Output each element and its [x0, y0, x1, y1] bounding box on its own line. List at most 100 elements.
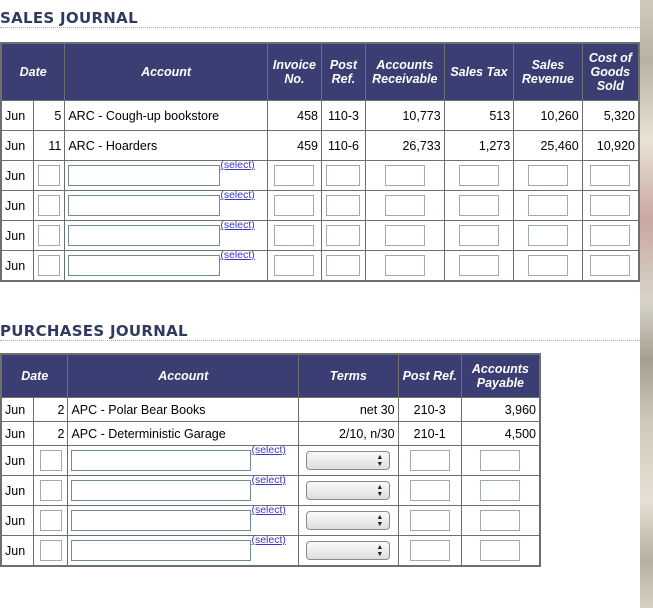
account-input[interactable]: [68, 165, 221, 186]
ap-input[interactable]: [480, 540, 521, 561]
ar-input[interactable]: [384, 165, 425, 186]
post-ref-input[interactable]: [326, 255, 361, 276]
day-input[interactable]: [38, 225, 60, 246]
cogs-input[interactable]: [590, 225, 631, 246]
month-cell: Jun: [2, 422, 33, 445]
day-input[interactable]: [39, 450, 62, 471]
background-side-strip: [640, 0, 653, 608]
ap-cell: 3,960: [461, 398, 539, 421]
select-account-link[interactable]: (select): [220, 219, 254, 231]
day-input[interactable]: [38, 255, 60, 276]
post-ref-input[interactable]: [326, 165, 361, 186]
terms-dropdown[interactable]: ▲ ▼: [306, 481, 391, 500]
chevron-updown-icon: ▲ ▼: [376, 514, 384, 528]
account-cell: (select): [68, 504, 299, 535]
sales-journal-table: Date Account Invoice No. Post Ref. Accou…: [0, 42, 640, 282]
ar-input[interactable]: [384, 225, 425, 246]
ar-cell: [365, 251, 444, 280]
select-account-link[interactable]: (select): [251, 534, 285, 546]
table-row: Jun 2 APC - Deterministic Garage 2/10, n…: [2, 422, 539, 445]
ar-input[interactable]: [384, 255, 425, 276]
select-account-link[interactable]: (select): [220, 189, 254, 201]
table-row-input: Jun (select) ▲ ▼: [2, 504, 539, 535]
select-account-link[interactable]: (select): [251, 474, 285, 486]
account-input[interactable]: [71, 450, 252, 471]
day-cell: [33, 476, 68, 505]
select-account-link[interactable]: (select): [251, 504, 285, 516]
account-input[interactable]: [68, 195, 221, 216]
account-cell: (select): [68, 444, 299, 475]
purchases-journal-title: PURCHASES JOURNAL: [0, 322, 188, 340]
day-input[interactable]: [38, 165, 60, 186]
post-ref-cell: 210-3: [398, 398, 461, 421]
terms-dropdown[interactable]: ▲ ▼: [306, 511, 391, 530]
day-input[interactable]: [39, 540, 62, 561]
ap-input[interactable]: [480, 510, 521, 531]
select-account-link[interactable]: (select): [251, 444, 285, 456]
ar-cell: [365, 161, 444, 190]
chevron-updown-icon: ▲ ▼: [376, 544, 384, 558]
chevron-updown-icon: ▲ ▼: [376, 454, 384, 468]
account-cell: APC - Polar Bear Books: [68, 398, 299, 421]
terms-dropdown[interactable]: ▲ ▼: [306, 451, 391, 470]
day-input[interactable]: [39, 480, 62, 501]
post-ref-input[interactable]: [409, 480, 450, 501]
table-row-input: Jun (select) ▲ ▼: [2, 444, 539, 475]
revenue-input[interactable]: [527, 225, 568, 246]
tax-cell: 513: [444, 101, 514, 130]
month-cell: Jun: [2, 131, 33, 160]
account-cell: (select): [68, 534, 299, 565]
cogs-input[interactable]: [590, 165, 631, 186]
invoice-input[interactable]: [274, 225, 315, 246]
revenue-cell: 25,460: [514, 131, 582, 160]
day-input[interactable]: [39, 510, 62, 531]
invoice-input[interactable]: [274, 195, 315, 216]
select-account-link[interactable]: (select): [220, 159, 254, 171]
month-cell: Jun: [2, 536, 33, 565]
ar-cell: 26,733: [365, 131, 444, 160]
header-accounts-payable: Accounts Payable: [461, 355, 539, 397]
revenue-input[interactable]: [527, 195, 568, 216]
chevron-updown-icon: ▲ ▼: [376, 484, 384, 498]
revenue-cell: [514, 191, 582, 220]
tax-input[interactable]: [458, 225, 499, 246]
account-cell: ARC - Hoarders: [65, 131, 267, 160]
revenue-cell: [514, 251, 582, 280]
header-invoice-no: Invoice No.: [267, 44, 321, 100]
terms-dropdown[interactable]: ▲ ▼: [306, 541, 391, 560]
revenue-input[interactable]: [527, 165, 568, 186]
ap-input[interactable]: [480, 480, 521, 501]
invoice-input[interactable]: [274, 165, 315, 186]
day-cell: [33, 536, 68, 565]
invoice-cell: 458: [267, 101, 321, 130]
tax-input[interactable]: [458, 195, 499, 216]
account-cell: (select): [68, 474, 299, 505]
month-cell: Jun: [2, 476, 33, 505]
tax-input[interactable]: [458, 165, 499, 186]
terms-cell: ▲ ▼: [299, 476, 398, 505]
account-input[interactable]: [68, 255, 221, 276]
tax-input[interactable]: [458, 255, 499, 276]
account-input[interactable]: [71, 540, 252, 561]
account-input[interactable]: [68, 225, 221, 246]
post-ref-input[interactable]: [409, 540, 450, 561]
ar-input[interactable]: [384, 195, 425, 216]
post-ref-input[interactable]: [409, 450, 450, 471]
account-cell: (select): [65, 219, 267, 250]
post-ref-input[interactable]: [326, 195, 361, 216]
cogs-input[interactable]: [590, 195, 631, 216]
ap-input[interactable]: [480, 450, 521, 471]
post-ref-cell: [398, 476, 461, 505]
post-ref-input[interactable]: [409, 510, 450, 531]
ar-cell: [365, 221, 444, 250]
header-post-ref: Post Ref.: [322, 44, 365, 100]
account-input[interactable]: [71, 510, 252, 531]
revenue-input[interactable]: [527, 255, 568, 276]
day-input[interactable]: [38, 195, 60, 216]
cogs-input[interactable]: [590, 255, 631, 276]
select-account-link[interactable]: (select): [220, 249, 254, 261]
account-input[interactable]: [71, 480, 252, 501]
purchases-journal-rule: [0, 340, 640, 341]
post-ref-input[interactable]: [326, 225, 361, 246]
invoice-input[interactable]: [274, 255, 315, 276]
